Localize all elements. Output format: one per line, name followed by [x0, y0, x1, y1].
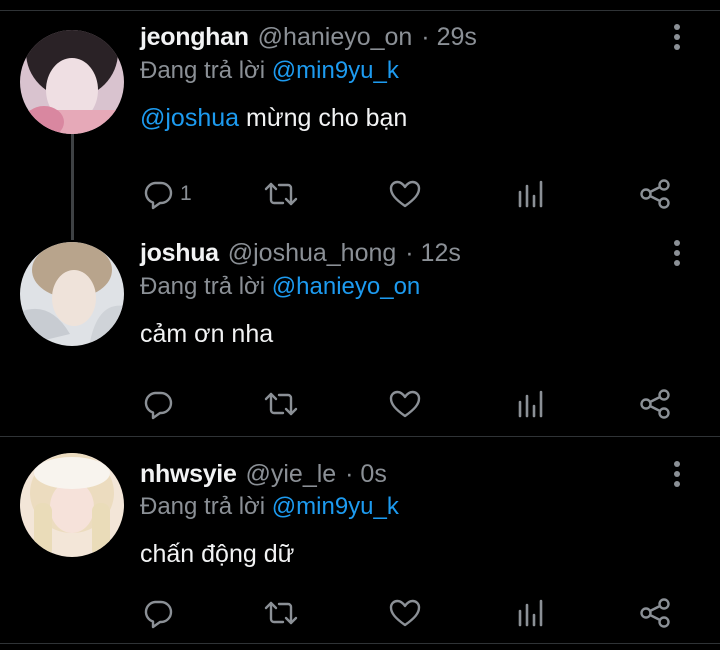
- like-icon: [388, 597, 422, 629]
- replying-to: Đang trả lời @min9yu_k: [140, 492, 399, 522]
- tweet[interactable]: nhwsyie @yie_le · 0s Đang trả lời @min9y…: [0, 437, 720, 650]
- replying-to-label: Đang trả lời: [140, 493, 266, 520]
- share-button[interactable]: [638, 593, 672, 633]
- views-button[interactable]: [515, 593, 547, 633]
- handle[interactable]: @yie_le: [246, 460, 337, 488]
- tweet-text: chấn động dữ: [140, 538, 294, 570]
- views-icon: [515, 597, 547, 629]
- avatar[interactable]: [20, 30, 124, 134]
- replying-to-label: Đang trả lời: [140, 273, 266, 300]
- display-name[interactable]: nhwsyie: [140, 460, 237, 488]
- timestamp[interactable]: · 12s: [405, 239, 461, 267]
- retweet-icon: [263, 388, 299, 420]
- tweet-header: jeonghan @hanieyo_on · 29s: [140, 22, 477, 52]
- reply-button[interactable]: [142, 384, 180, 424]
- display-name[interactable]: joshua: [140, 239, 219, 267]
- tweet-body: chấn động dữ: [140, 540, 295, 568]
- replying-to: Đang trả lời @hanieyo_on: [140, 272, 420, 302]
- tweet-text: @joshua mừng cho bạn: [140, 102, 407, 134]
- bottom-divider: [0, 643, 720, 644]
- reply-button[interactable]: 1: [142, 174, 192, 214]
- replying-to-label: Đang trả lời: [140, 57, 266, 84]
- replying-to: Đang trả lời @min9yu_k: [140, 56, 399, 86]
- like-icon: [388, 178, 422, 210]
- replying-to-mention[interactable]: @hanieyo_on: [272, 273, 420, 300]
- like-button[interactable]: [388, 593, 422, 633]
- retweet-button[interactable]: [263, 174, 299, 214]
- timestamp[interactable]: · 0s: [345, 460, 387, 488]
- tweet-body: cảm ơn nha: [140, 320, 274, 348]
- views-button[interactable]: [515, 174, 547, 214]
- like-button[interactable]: [388, 174, 422, 214]
- action-bar: [0, 384, 720, 424]
- share-icon: [638, 597, 672, 629]
- avatar[interactable]: [20, 242, 124, 346]
- text-mention[interactable]: @joshua: [140, 104, 239, 132]
- like-icon: [388, 388, 422, 420]
- handle[interactable]: @joshua_hong: [228, 239, 397, 267]
- more-options-button[interactable]: [662, 22, 692, 52]
- reply-icon: [142, 178, 174, 210]
- reply-count: 1: [180, 182, 192, 205]
- retweet-icon: [263, 178, 299, 210]
- reply-icon: [142, 388, 174, 420]
- action-bar: 1: [0, 174, 720, 214]
- more-options-button[interactable]: [662, 459, 692, 489]
- more-icon: [672, 238, 682, 268]
- reply-icon: [142, 597, 174, 629]
- tweet-header: nhwsyie @yie_le · 0s: [140, 459, 387, 489]
- tweet-header: joshua @joshua_hong · 12s: [140, 238, 461, 268]
- more-options-button[interactable]: [662, 238, 692, 268]
- timestamp[interactable]: · 29s: [421, 23, 477, 51]
- share-icon: [638, 388, 672, 420]
- retweet-icon: [263, 597, 299, 629]
- retweet-button[interactable]: [263, 384, 299, 424]
- more-icon: [672, 459, 682, 489]
- avatar[interactable]: [20, 453, 124, 557]
- share-button[interactable]: [638, 384, 672, 424]
- more-icon: [672, 22, 682, 52]
- handle[interactable]: @hanieyo_on: [258, 23, 413, 51]
- tweet[interactable]: joshua @joshua_hong · 12s Đang trả lời @…: [0, 216, 720, 436]
- share-icon: [638, 178, 672, 210]
- like-button[interactable]: [388, 384, 422, 424]
- display-name[interactable]: jeonghan: [140, 23, 249, 51]
- replying-to-mention[interactable]: @min9yu_k: [272, 57, 399, 84]
- tweet-body: mừng cho bạn: [239, 104, 408, 132]
- views-icon: [515, 178, 547, 210]
- reply-button[interactable]: [142, 593, 180, 633]
- views-icon: [515, 388, 547, 420]
- views-button[interactable]: [515, 384, 547, 424]
- tweet[interactable]: jeonghan @hanieyo_on · 29s Đang trả lời …: [0, 0, 720, 222]
- share-button[interactable]: [638, 174, 672, 214]
- action-bar: [0, 593, 720, 633]
- retweet-button[interactable]: [263, 593, 299, 633]
- tweet-text: cảm ơn nha: [140, 318, 273, 350]
- replying-to-mention[interactable]: @min9yu_k: [272, 493, 399, 520]
